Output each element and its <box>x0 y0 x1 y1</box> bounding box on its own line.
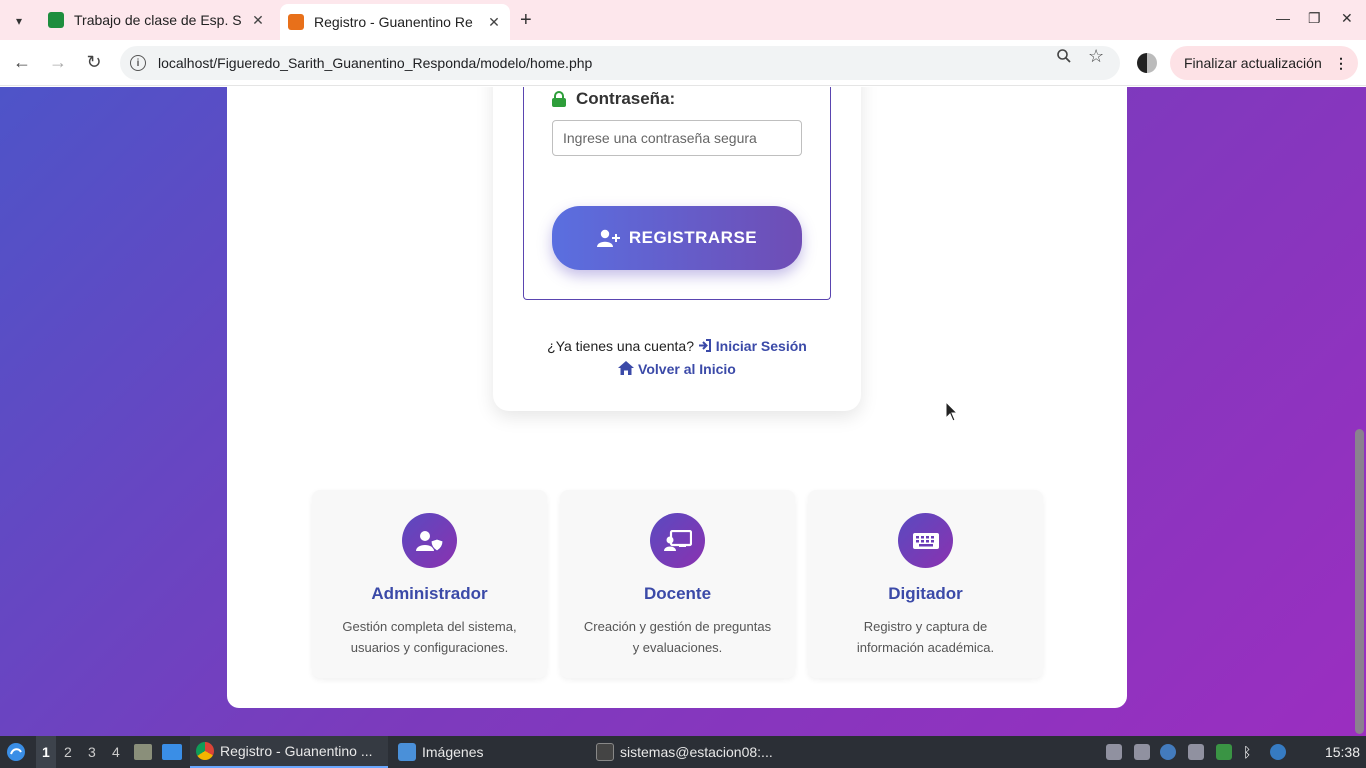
display-icon[interactable] <box>1188 744 1204 760</box>
back-arrow-icon[interactable]: ← <box>11 52 33 73</box>
user-shield-icon <box>402 513 457 568</box>
role-card-docente: Docente Creación y gestión de preguntas … <box>560 490 795 678</box>
xampp-favicon-icon <box>288 14 304 30</box>
tab-title: Trabajo de clase de Esp. S <box>74 12 242 28</box>
taskbar-app-terminal[interactable]: sistemas@estacion08:... <box>590 736 779 768</box>
battery-icon[interactable] <box>1216 744 1232 760</box>
google-classroom-favicon-icon <box>48 12 64 28</box>
start-menu-icon[interactable] <box>6 736 26 768</box>
register-card: Contraseña: REGISTRARSE ¿Ya tienes una c… <box>493 87 861 411</box>
close-window-icon[interactable]: ✕ <box>1341 10 1353 27</box>
url-text: localhost/Figueredo_Sarith_Guanentino_Re… <box>158 55 593 71</box>
tab-close-icon[interactable]: ✕ <box>250 12 266 29</box>
role-description: Creación y gestión de preguntas y evalua… <box>583 619 772 655</box>
file-manager-launcher-icon[interactable] <box>134 736 152 768</box>
role-description: Registro y captura de información académ… <box>856 619 995 655</box>
login-prompt: ¿Ya tienes una cuenta? Iniciar Sesión <box>493 338 861 354</box>
bookmark-star-icon[interactable]: ☆ <box>1088 46 1104 67</box>
password-label: Contraseña: <box>552 89 675 109</box>
register-button-label: REGISTRARSE <box>628 228 758 247</box>
roles-section: Administrador Gestión completa del siste… <box>312 490 1043 678</box>
lock-icon <box>552 91 566 107</box>
keyboard-icon <box>898 513 953 568</box>
register-button[interactable]: REGISTRARSE <box>552 206 802 270</box>
password-input[interactable] <box>552 120 802 156</box>
new-tab-plus-icon[interactable]: + <box>520 9 532 32</box>
have-account-text: ¿Ya tienes una cuenta? <box>547 338 694 354</box>
taskbar-clock[interactable]: 15:38 <box>1325 736 1360 768</box>
update-button-label: Finalizar actualización <box>1184 55 1322 71</box>
tab-close-icon[interactable]: ✕ <box>486 14 502 31</box>
menu-dots-icon[interactable]: ⋮ <box>1334 55 1348 72</box>
tab-strip: ▾ Trabajo de clase de Esp. S ✕ Registro … <box>0 0 1366 40</box>
network-icon[interactable] <box>1270 744 1286 760</box>
tab-search-dropdown-icon[interactable]: ▾ <box>8 10 30 32</box>
register-form: Contraseña: REGISTRARSE <box>523 87 831 300</box>
folder-icon <box>398 743 416 761</box>
workspace-4[interactable]: 4 <box>112 736 120 768</box>
login-link[interactable]: Iniciar Sesión <box>698 338 807 354</box>
browser-toolbar: ← → ↻ i localhost/Figueredo_Sarith_Guane… <box>0 40 1366 86</box>
user-plus-icon <box>596 229 620 247</box>
tab-title: Registro - Guanentino Re <box>314 14 473 30</box>
reload-icon[interactable]: ↻ <box>83 52 105 73</box>
workspace-1[interactable]: 1 <box>36 736 56 768</box>
home-link[interactable]: Volver al Inicio <box>618 361 736 377</box>
desktop-launcher-icon[interactable] <box>162 736 182 768</box>
terminal-icon <box>596 743 614 761</box>
bluetooth-icon[interactable]: ᛒ <box>1243 744 1259 760</box>
notification-icon[interactable] <box>1160 744 1176 760</box>
home-icon <box>618 361 635 375</box>
site-info-icon[interactable]: i <box>130 55 146 71</box>
password-label-text: Contraseña: <box>576 89 676 108</box>
login-link-label: Iniciar Sesión <box>715 338 807 354</box>
update-button[interactable]: Finalizar actualización ⋮ <box>1170 46 1358 80</box>
page-viewport: Contraseña: REGISTRARSE ¿Ya tienes una c… <box>0 87 1366 736</box>
address-bar[interactable]: i localhost/Figueredo_Sarith_Guanentino_… <box>120 46 1120 80</box>
zoom-icon[interactable] <box>1056 48 1072 69</box>
tab-trabajo-de-clase[interactable]: Trabajo de clase de Esp. S ✕ <box>40 6 274 34</box>
profile-avatar[interactable] <box>1137 53 1157 73</box>
role-card-administrador: Administrador Gestión completa del siste… <box>312 490 547 678</box>
scrollbar-thumb[interactable] <box>1355 429 1364 734</box>
taskbar-app-chrome[interactable]: Registro - Guanentino ... <box>190 736 388 768</box>
chrome-icon <box>196 742 214 760</box>
volume-muted-icon[interactable] <box>1134 744 1150 760</box>
taskbar-app-label: Imágenes <box>422 744 484 760</box>
tray-upload-icon[interactable] <box>1106 744 1122 760</box>
page-scrollbar[interactable] <box>1352 87 1366 736</box>
role-title: Docente <box>643 584 712 603</box>
role-description: Gestión completa del sistema, usuarios y… <box>342 619 517 655</box>
workspace-3[interactable]: 3 <box>88 736 96 768</box>
role-title: Digitador <box>888 584 963 603</box>
restore-icon[interactable]: ❐ <box>1308 10 1321 27</box>
chalkboard-teacher-icon <box>650 513 705 568</box>
main-container: Contraseña: REGISTRARSE ¿Ya tienes una c… <box>227 87 1127 708</box>
mouse-cursor-icon <box>945 400 959 428</box>
forward-arrow-icon[interactable]: → <box>47 52 69 73</box>
taskbar: 1 2 3 4 Registro - Guanentino ... Imágen… <box>0 736 1366 768</box>
taskbar-app-label: Registro - Guanentino ... <box>220 743 373 759</box>
tab-registro-guanentino[interactable]: Registro - Guanentino Re ✕ <box>280 4 510 40</box>
home-link-row: Volver al Inicio <box>493 361 861 377</box>
home-link-label: Volver al Inicio <box>638 361 736 377</box>
taskbar-app-imagenes[interactable]: Imágenes <box>392 736 489 768</box>
minimize-icon[interactable]: — <box>1276 10 1290 26</box>
role-title: Administrador <box>371 584 488 603</box>
role-card-digitador: Digitador Registro y captura de informac… <box>808 490 1043 678</box>
taskbar-app-label: sistemas@estacion08:... <box>620 744 773 760</box>
sign-in-icon <box>698 339 711 352</box>
workspace-2[interactable]: 2 <box>64 736 72 768</box>
